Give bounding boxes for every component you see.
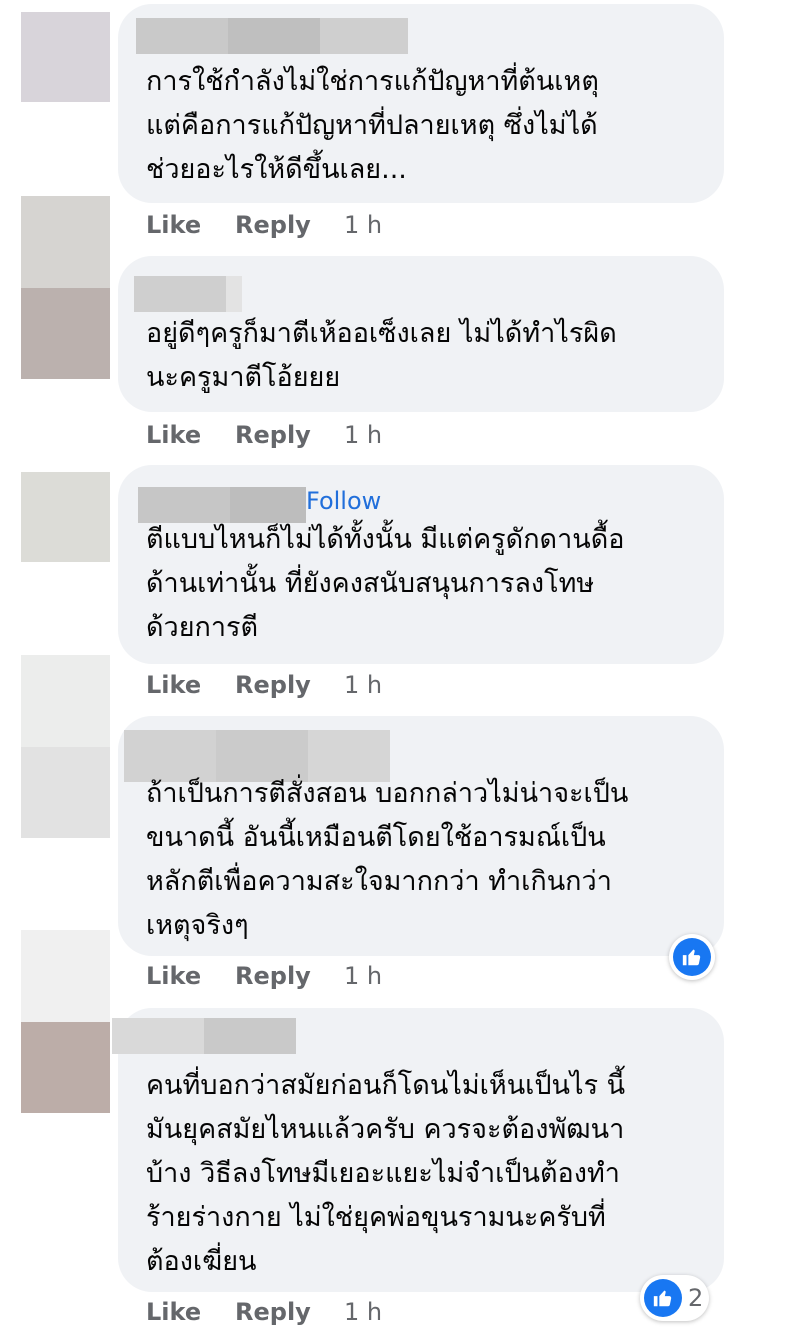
reply-button[interactable]: Reply xyxy=(235,962,311,990)
reply-button[interactable]: Reply xyxy=(235,211,311,239)
comment-text: ตีแบบไหนก็ไม่ได้ทั้งนั้น มีแต่ครูดักดานด… xyxy=(146,524,625,643)
like-reaction-icon xyxy=(673,938,711,976)
timestamp[interactable]: 1 h xyxy=(344,211,382,239)
comment-text: คนที่บอกว่าสมัยก่อนก็โดนไม่เห็นเป็นไร นี… xyxy=(146,1070,626,1277)
comment-text: อยู่ดีๆครูก็มาตีเห้ออเซ็งเลย ไม่ได้ทำไรผ… xyxy=(146,318,617,393)
comment-bubble: ถ้าเป็นการตีสั่งสอน บอกกล่าวไม่น่าจะเป็น… xyxy=(118,716,724,956)
reply-button[interactable]: Reply xyxy=(235,421,311,449)
comment-bubble: คนที่บอกว่าสมัยก่อนก็โดนไม่เห็นเป็นไร นี… xyxy=(112,1008,724,1292)
comment-bubble: อยู่ดีๆครูก็มาตีเห้ออเซ็งเลย ไม่ได้ทำไรผ… xyxy=(118,256,724,412)
comment-text: การใช้กำลังไม่ใช่การแก้ปัญหาที่ต้นเหตุ แ… xyxy=(146,66,599,185)
timestamp[interactable]: 1 h xyxy=(344,962,382,990)
avatar[interactable] xyxy=(21,12,110,102)
like-button[interactable]: Like xyxy=(146,962,201,990)
timestamp[interactable]: 1 h xyxy=(344,1298,382,1326)
like-button[interactable]: Like xyxy=(146,1298,201,1326)
like-button[interactable]: Like xyxy=(146,671,201,699)
comment-bubble: การใช้กำลังไม่ใช่การแก้ปัญหาที่ต้นเหตุ แ… xyxy=(118,4,724,203)
reaction-count-badge[interactable]: 2 xyxy=(640,1275,710,1321)
comment-text: ถ้าเป็นการตีสั่งสอน บอกกล่าวไม่น่าจะเป็น… xyxy=(146,778,629,941)
comment-bubble: Follow ตีแบบไหนก็ไม่ได้ทั้งนั้น มีแต่ครู… xyxy=(118,465,724,664)
like-button[interactable]: Like xyxy=(146,421,201,449)
author-name-redacted[interactable] xyxy=(112,1018,296,1054)
author-name-redacted[interactable] xyxy=(134,276,242,312)
reaction-count-badge[interactable] xyxy=(669,934,715,980)
like-reaction-icon xyxy=(644,1279,682,1317)
timestamp[interactable]: 1 h xyxy=(344,421,382,449)
reaction-count: 2 xyxy=(688,1284,704,1312)
avatar[interactable] xyxy=(21,930,110,1113)
avatar[interactable] xyxy=(21,655,110,838)
timestamp[interactable]: 1 h xyxy=(344,671,382,699)
like-button[interactable]: Like xyxy=(146,211,201,239)
author-name-redacted[interactable] xyxy=(136,18,408,54)
follow-button[interactable]: Follow xyxy=(306,487,381,515)
reply-button[interactable]: Reply xyxy=(235,671,311,699)
avatar[interactable] xyxy=(21,472,110,562)
reply-button[interactable]: Reply xyxy=(235,1298,311,1326)
avatar[interactable] xyxy=(21,196,110,379)
